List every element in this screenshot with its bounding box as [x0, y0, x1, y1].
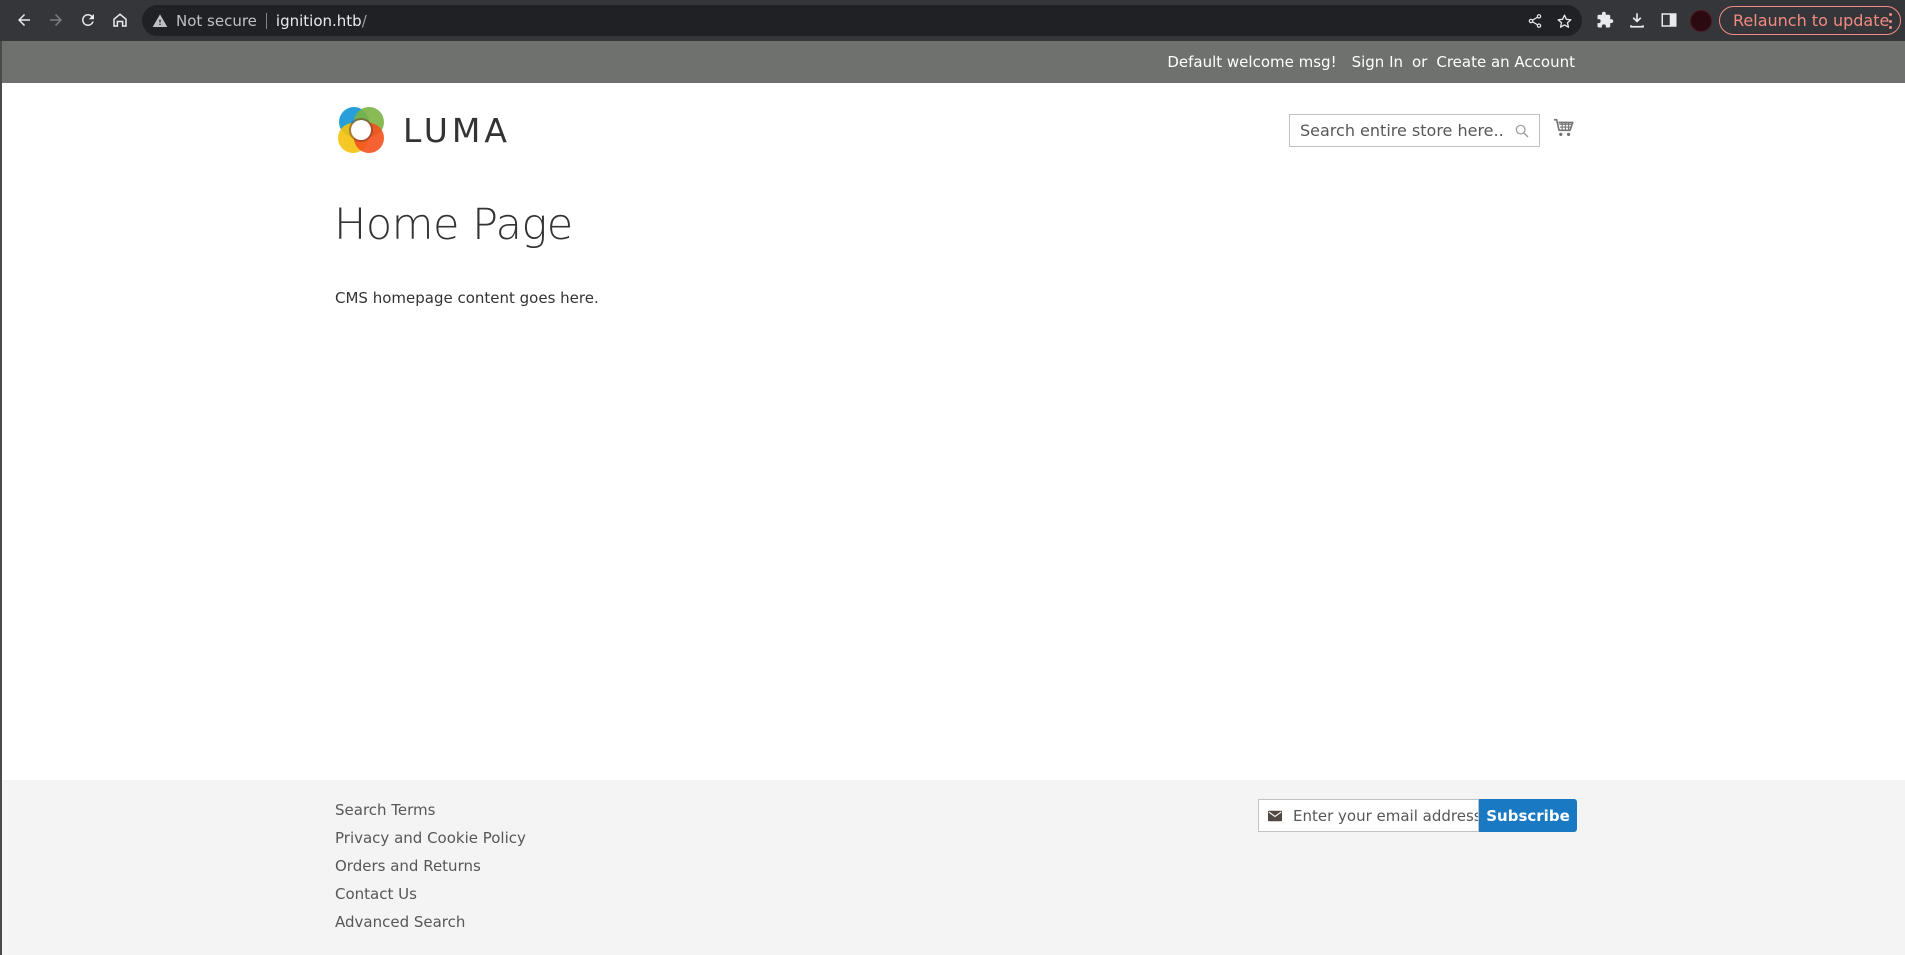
relaunch-button[interactable]: Relaunch to update [1719, 6, 1901, 35]
cart-icon[interactable] [1553, 117, 1575, 139]
bookmark-star-icon[interactable] [1555, 12, 1573, 30]
search-icon[interactable] [1513, 122, 1531, 140]
welcome-message: Default welcome msg! [1167, 53, 1337, 71]
footer-link-privacy[interactable]: Privacy and Cookie Policy [335, 829, 526, 847]
newsletter-field [1258, 799, 1479, 832]
logo-text: LUMA [403, 110, 511, 150]
profile-avatar[interactable] [1690, 10, 1712, 32]
address-bar[interactable]: Not secure ignition.htb / [142, 5, 1582, 36]
reload-button[interactable] [76, 8, 100, 32]
relaunch-label: Relaunch to update [1733, 11, 1890, 30]
footer-link-item: Orders and Returns [335, 855, 526, 883]
download-icon[interactable] [1626, 9, 1648, 31]
luma-logo-icon [338, 107, 384, 153]
side-panel-icon[interactable] [1658, 9, 1680, 31]
create-account-link[interactable]: Create an Account [1436, 53, 1575, 71]
extensions-icon[interactable] [1594, 9, 1616, 31]
arrow-right-icon [50, 14, 62, 26]
divider [265, 12, 267, 29]
search-form [1289, 114, 1540, 147]
page-title: Home Page [334, 200, 573, 250]
forward-button[interactable] [44, 8, 68, 32]
footer-link-item: Contact Us [335, 883, 526, 911]
home-button[interactable] [108, 8, 132, 32]
back-button[interactable] [12, 8, 36, 32]
search-input[interactable] [1290, 115, 1502, 146]
sign-in-link[interactable]: Sign In [1352, 53, 1403, 71]
share-icon[interactable] [1526, 12, 1544, 30]
security-status-label[interactable]: Not secure [176, 12, 257, 30]
footer-link-contact[interactable]: Contact Us [335, 885, 417, 903]
home-icon [113, 13, 127, 27]
more-menu-icon[interactable] [1888, 13, 1892, 29]
footer-link-item: Advanced Search [335, 911, 526, 939]
footer-link-advanced-search[interactable]: Advanced Search [335, 913, 465, 931]
newsletter-email-input[interactable] [1293, 800, 1478, 831]
cms-content: CMS homepage content goes here. [335, 289, 599, 307]
footer-link-item: Privacy and Cookie Policy [335, 827, 526, 855]
reload-icon [81, 13, 94, 26]
newsletter-form: Subscribe [1258, 799, 1577, 832]
footer-link-orders-returns[interactable]: Orders and Returns [335, 857, 481, 875]
or-separator: or [1412, 53, 1428, 71]
store-logo[interactable]: LUMA [335, 104, 511, 156]
footer-link-item: Search Terms [335, 799, 526, 827]
panel-header: Default welcome msg! Sign In or Create a… [2, 41, 1905, 83]
footer-links: Search Terms Privacy and Cookie Policy O… [335, 799, 526, 939]
page-footer: Search Terms Privacy and Cookie Policy O… [2, 780, 1905, 955]
browser-toolbar: Not secure ignition.htb / Relaunch to upd… [0, 0, 1905, 41]
footer-link-search-terms[interactable]: Search Terms [335, 801, 435, 819]
header-links: Default welcome msg! Sign In or Create a… [1167, 41, 1575, 83]
url-host[interactable]: ignition.htb [276, 12, 362, 30]
warning-icon[interactable] [152, 13, 168, 29]
envelope-icon [1268, 810, 1282, 821]
url-path[interactable]: / [362, 12, 367, 30]
arrow-left-icon [18, 14, 30, 26]
subscribe-button[interactable]: Subscribe [1479, 799, 1577, 832]
